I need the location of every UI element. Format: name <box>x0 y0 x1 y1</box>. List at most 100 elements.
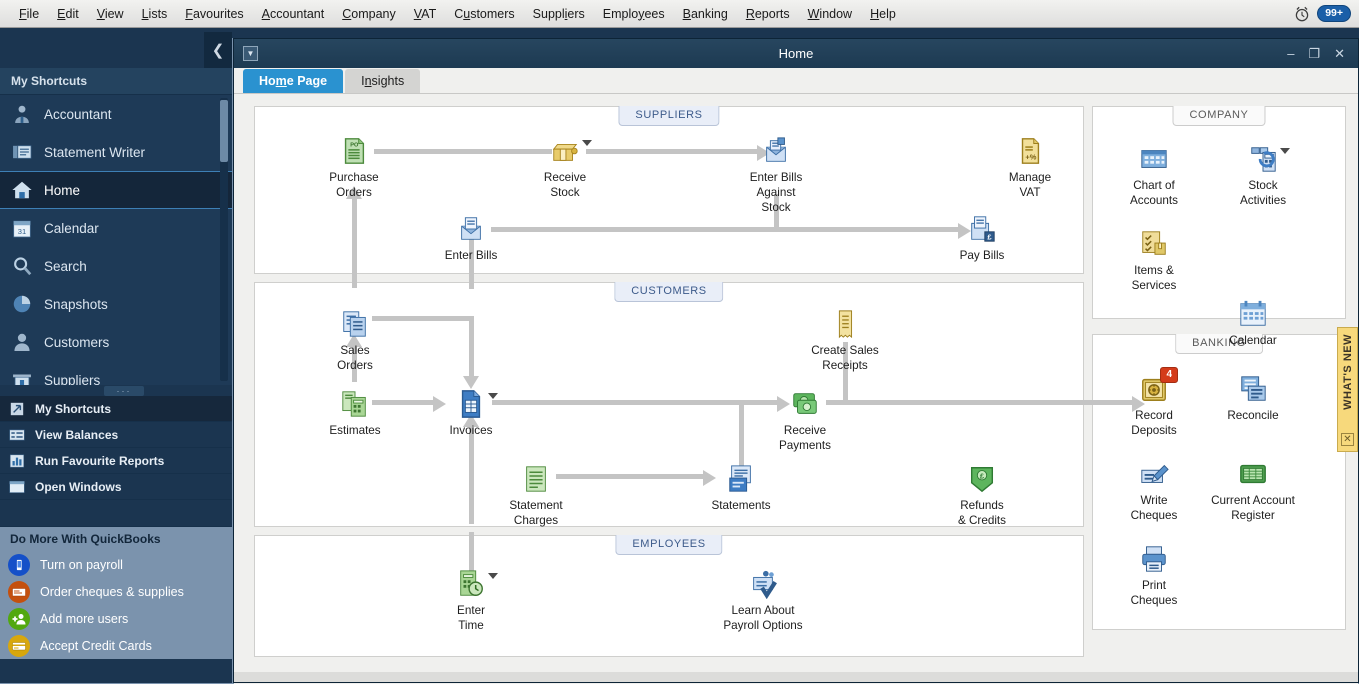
estimates-node[interactable]: Estimates <box>300 389 410 438</box>
receipt-icon[interactable] <box>830 309 860 339</box>
refunds-and-credits-node[interactable]: £ Refunds & Credits <box>927 464 1037 528</box>
vat-document-icon[interactable]: +% <box>1015 136 1045 166</box>
print-cheques-node[interactable]: Print Cheques <box>1099 544 1209 608</box>
po-document-icon[interactable]: PO <box>339 136 369 166</box>
record-deposits-node[interactable]: 4 Record Deposits <box>1099 367 1209 438</box>
menu-item-favourites[interactable]: Favourites <box>176 4 252 24</box>
chevron-down-icon[interactable] <box>488 573 498 579</box>
payroll-icon[interactable] <box>748 569 778 600</box>
reconcile-node[interactable]: Reconcile <box>1198 374 1308 423</box>
enter-time-node[interactable]: Enter Time <box>416 569 526 633</box>
menu-item-reports[interactable]: Reports <box>737 4 799 24</box>
sidebar-collapse-button[interactable]: ❮ <box>204 32 232 68</box>
notification-badge[interactable]: 99+ <box>1317 5 1351 22</box>
whats-new-close-icon[interactable]: ✕ <box>1341 433 1354 446</box>
statements-icon[interactable] <box>726 464 756 494</box>
menu-item-file[interactable]: File <box>10 4 48 24</box>
do-more-item-order-cheques-supplies[interactable]: Order cheques & supplies <box>0 578 232 605</box>
menu-item-banking[interactable]: Banking <box>674 4 737 24</box>
menu-item-suppliers[interactable]: Suppliers <box>524 4 594 24</box>
menu-item-edit[interactable]: Edit <box>48 4 88 24</box>
menu-item-vat[interactable]: VAT <box>405 4 445 24</box>
sidebar-item-statement-writer[interactable]: Statement Writer <box>0 133 232 171</box>
manage-vat-node[interactable]: +% Manage VAT <box>975 136 1085 200</box>
purchase-orders-node[interactable]: PO Purchase Orders <box>299 136 409 200</box>
write-cheque-icon[interactable] <box>1139 459 1169 489</box>
window-icon <box>8 478 26 496</box>
menu-item-customers[interactable]: Customers <box>445 4 523 24</box>
sidebar-section-open-windows[interactable]: Open Windows <box>0 474 232 500</box>
menu-item-company[interactable]: Company <box>333 4 405 24</box>
minimize-button[interactable]: – <box>1287 47 1294 60</box>
tab-home-page[interactable]: Ho m e Page <box>243 69 344 93</box>
receive-payments-node[interactable]: Receive Payments <box>750 389 860 453</box>
pay-bills-icon[interactable]: £ <box>967 214 997 244</box>
sidebar-item-snapshots[interactable]: Snapshots <box>0 285 232 323</box>
menu-item-help[interactable]: Help <box>861 4 905 24</box>
timesheet-icon[interactable] <box>456 569 498 599</box>
chevron-down-icon[interactable] <box>582 140 592 146</box>
chevron-down-icon[interactable] <box>488 393 498 399</box>
money-icon[interactable] <box>790 389 820 419</box>
bill-stock-icon[interactable] <box>761 136 791 166</box>
tab-insights[interactable]: In sights <box>345 69 421 93</box>
sidebar-section-my-shortcuts[interactable]: My Shortcuts <box>0 396 232 422</box>
statement-charges-icon[interactable] <box>521 464 551 494</box>
current-account-register-node[interactable]: Current Account Register <box>1198 459 1308 523</box>
safe-deposit-icon[interactable]: 4 <box>1139 367 1178 404</box>
maximize-button[interactable]: ❐ <box>1308 47 1320 60</box>
menu-item-view[interactable]: View <box>88 4 133 24</box>
stock-activities-node[interactable]: Stock Activities <box>1208 144 1318 208</box>
bill-icon[interactable] <box>456 214 486 244</box>
menu-item-accountant[interactable]: Accountant <box>253 4 334 24</box>
window-menu-icon[interactable]: ▼ <box>243 46 258 61</box>
items-services-icon[interactable] <box>1139 229 1169 259</box>
invoices-node[interactable]: Invoices <box>416 389 526 438</box>
sidebar-item-suppliers[interactable]: Suppliers <box>0 361 232 385</box>
receive-stock-node[interactable]: Receive Stock <box>510 136 620 200</box>
pay-bills-node[interactable]: £ Pay Bills <box>927 214 1037 263</box>
statement-charges-node[interactable]: Statement Charges <box>481 464 591 528</box>
sidebar-item-calendar[interactable]: 31 Calendar <box>0 209 232 247</box>
sidebar-resize-grip[interactable]: ··· <box>104 386 144 396</box>
items-and-services-node[interactable]: Items & Services <box>1099 229 1209 293</box>
sidebar-section-view-balances[interactable]: View Balances <box>0 422 232 448</box>
sidebar-section-run-favourite-reports[interactable]: Run Favourite Reports <box>0 448 232 474</box>
sidebar-item-label: Accountant <box>44 106 112 122</box>
sidebar-item-accountant[interactable]: Accountant <box>0 95 232 133</box>
chart-of-accounts-node[interactable]: Chart of Accounts <box>1099 144 1209 208</box>
chart-of-accounts-icon[interactable] <box>1139 144 1169 174</box>
do-more-item-add-more-users[interactable]: Add more users <box>0 605 232 632</box>
sidebar-item-customers[interactable]: Customers <box>0 323 232 361</box>
box-package-icon[interactable] <box>550 136 592 166</box>
printer-icon[interactable] <box>1139 544 1169 574</box>
invoice-icon[interactable] <box>456 389 498 419</box>
menu-item-lists[interactable]: Lists <box>133 4 177 24</box>
menu-item-employees[interactable]: Employees <box>594 4 674 24</box>
estimates-icon[interactable] <box>340 389 370 419</box>
menu-item-window[interactable]: Window <box>799 4 861 24</box>
sales-orders-node[interactable]: Sales Orders <box>300 309 410 373</box>
enter-bills-against-stock-node[interactable]: Enter Bills Against Stock <box>721 136 831 215</box>
register-icon[interactable] <box>1238 459 1268 489</box>
chevron-down-icon[interactable] <box>1280 148 1290 154</box>
create-sales-receipts-node[interactable]: Create Sales Receipts <box>790 309 900 373</box>
do-more-item-turn-on-payroll[interactable]: Turn on payroll <box>0 551 232 578</box>
refund-icon[interactable]: £ <box>967 464 997 494</box>
reconcile-icon[interactable] <box>1238 374 1268 404</box>
sidebar-scrollbar-thumb[interactable] <box>220 100 228 162</box>
calendar-node[interactable]: Calendar <box>1198 299 1308 348</box>
statements-node[interactable]: Statements <box>686 464 796 513</box>
sidebar-item-search[interactable]: Search <box>0 247 232 285</box>
sales-orders-icon[interactable] <box>340 309 370 339</box>
close-button[interactable]: ✕ <box>1334 47 1345 60</box>
sidebar-item-home[interactable]: Home <box>0 171 232 209</box>
alarm-clock-icon[interactable] <box>1293 5 1311 23</box>
do-more-item-accept-credit-cards[interactable]: Accept Credit Cards <box>0 632 232 659</box>
calendar-icon[interactable] <box>1238 299 1268 329</box>
whats-new-tab[interactable]: WHAT'S NEW ✕ <box>1337 327 1358 452</box>
learn-about-payroll-options-node[interactable]: Learn About Payroll Options <box>708 569 818 633</box>
write-cheques-node[interactable]: Write Cheques <box>1099 459 1209 523</box>
stock-activities-icon[interactable] <box>1248 144 1290 174</box>
enter-bills-node[interactable]: Enter Bills <box>416 214 526 263</box>
